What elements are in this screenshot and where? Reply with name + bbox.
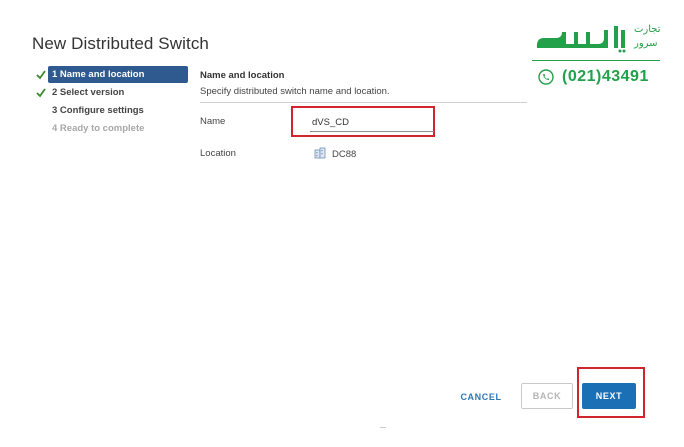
divider [200,102,527,103]
wizard-steps: 1 Name and location 2 Select version 3 C… [36,66,188,138]
step-label: 3 Configure settings [52,105,144,116]
section-title: Name and location [200,70,285,81]
section-description: Specify distributed switch name and loca… [200,86,390,97]
check-icon [36,66,48,83]
check-icon [36,84,48,101]
step-label: 4 Ready to complete [52,123,145,134]
location-label: Location [200,148,236,159]
step-ready-to-complete: 4 Ready to complete [36,120,188,137]
step-name-and-location[interactable]: 1 Name and location [36,66,188,83]
datacenter-icon [314,147,332,162]
dialog-title: New Distributed Switch [32,34,209,53]
step-select-version[interactable]: 2 Select version [36,84,188,101]
step-label: 1 Name and location [52,69,145,80]
phone-number: (021)43491 [538,68,649,86]
phone-text: (021)43491 [562,68,649,85]
brand-logo-graphic [536,26,626,53]
location-text: DC88 [332,149,357,160]
next-button[interactable]: NEXT [582,383,636,409]
watermark-logo: تجارت سرور (021)43491 [528,20,668,100]
step-label: 2 Select version [52,87,125,98]
tagline-top: تجارت [634,24,661,35]
location-value[interactable]: DC88 [314,147,356,162]
phone-icon [538,69,554,85]
name-input[interactable] [310,113,434,132]
back-button: BACK [521,383,573,409]
tagline-bottom: سرور [634,38,658,49]
name-label: Name [200,116,226,127]
logo-divider [532,60,660,61]
section-header: Name and location Specify distributed sw… [200,70,527,97]
step-configure-settings[interactable]: 3 Configure settings [36,102,188,119]
divider [380,427,386,428]
cancel-button[interactable]: CANCEL [452,385,510,409]
